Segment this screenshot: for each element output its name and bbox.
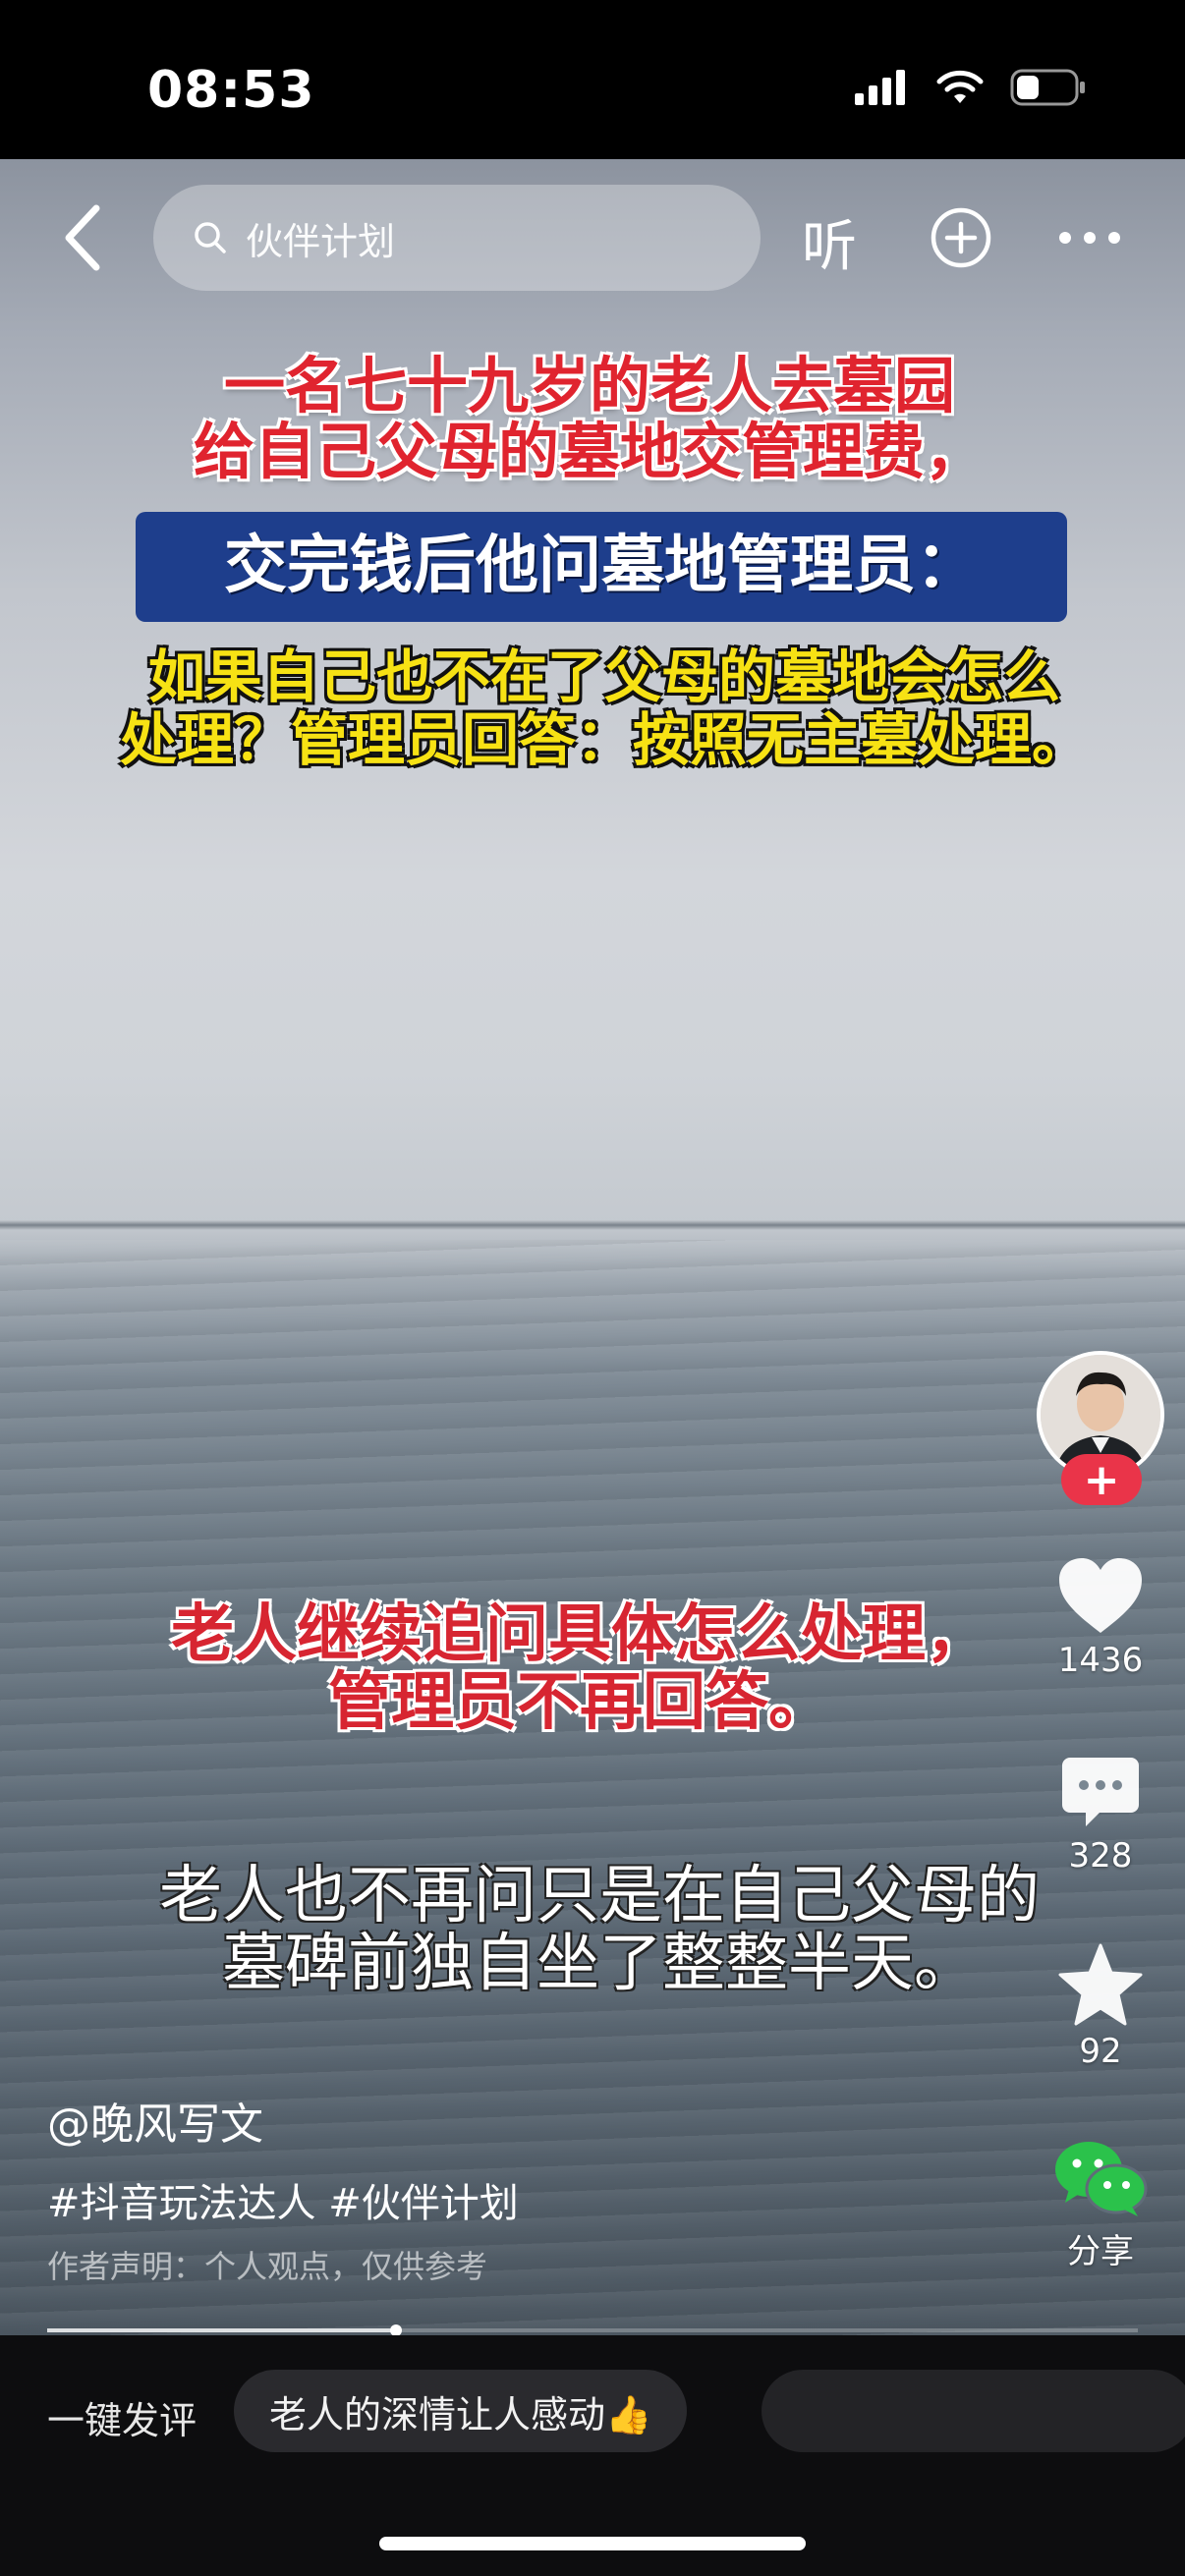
- author-name[interactable]: @晚风写文: [47, 2089, 263, 2152]
- signal-icon: [855, 70, 905, 105]
- comment-count: 328: [1068, 1836, 1133, 1876]
- quick-comment-chip[interactable]: 老人的深情让人感动👍: [234, 2370, 688, 2452]
- caption-followup-line1: 老人继续追问具体怎么处理，: [171, 1598, 988, 1671]
- battery-icon: [1010, 69, 1085, 106]
- caption-followup: 老人继续追问具体怎么处理， 管理员不再回答。: [88, 1598, 1071, 1740]
- search-input[interactable]: 伙伴计划: [153, 185, 761, 291]
- caption-followup-line2: 管理员不再回答。: [328, 1666, 831, 1740]
- horizon-line: [0, 1220, 1185, 1230]
- status-icons: [855, 69, 1087, 106]
- status-time: 08:53: [147, 61, 315, 120]
- share-label: 分享: [1067, 2232, 1134, 2271]
- caption-intro-line2: 给自己父母的墓地交管理费，: [193, 415, 986, 487]
- caption-question: 如果自己也不在了父母的墓地会怎么 处理？管理员回答：按照无主墓处理。: [59, 644, 1150, 773]
- share-action[interactable]: 分享: [1032, 2138, 1169, 2272]
- caption-banner: 交完钱后他问墓地管理员：: [136, 512, 1067, 622]
- quick-comment-chip[interactable]: [762, 2370, 1185, 2452]
- comment-icon: [1062, 1758, 1139, 1826]
- like-count: 1436: [1057, 1641, 1144, 1680]
- favorite-action[interactable]: 92: [1032, 1941, 1169, 2071]
- video-progress-fill: [47, 2328, 397, 2332]
- caption-question-line1: 如果自己也不在了父母的墓地会怎么: [147, 644, 1060, 710]
- caption-intro-line1: 一名七十九岁的老人去墓园: [223, 350, 955, 421]
- caption-intro: 一名七十九岁的老人去墓园 给自己父母的墓地交管理费，: [59, 350, 1120, 487]
- back-icon[interactable]: [57, 202, 112, 273]
- caption-subtitle-line1: 老人也不再问只是在自己父母的: [159, 1860, 1040, 1932]
- like-action[interactable]: 1436: [1032, 1554, 1169, 1680]
- heart-icon: [1059, 1558, 1142, 1633]
- search-placeholder: 伙伴计划: [246, 219, 396, 263]
- quick-comment-label: 一键发评: [47, 2399, 198, 2442]
- video-progress-bar[interactable]: [47, 2324, 1138, 2336]
- caption-subtitle-line2: 墓碑前独自坐了整整半天。: [222, 1928, 977, 2001]
- home-indicator: [379, 2537, 806, 2550]
- author-disclaimer: 作者声明：个人观点，仅供参考: [47, 2248, 488, 2285]
- caption-question-line2: 处理？管理员回答：按照无主墓处理。: [119, 705, 1089, 773]
- wifi-icon: [936, 70, 984, 103]
- caption-subtitle: 老人也不再问只是在自己父母的 墓碑前独自坐了整整半天。: [49, 1860, 1150, 2001]
- status-bar: 08:53: [0, 0, 1185, 159]
- comment-action[interactable]: 328: [1032, 1754, 1169, 1876]
- favorite-count: 92: [1079, 2032, 1122, 2071]
- listen-button[interactable]: 听: [802, 202, 857, 282]
- more-icon[interactable]: [1057, 218, 1122, 257]
- hashtags[interactable]: #抖音玩法达人 #伙伴计划: [47, 2171, 519, 2228]
- follow-button[interactable]: +: [1061, 1454, 1142, 1505]
- star-icon: [1058, 1943, 1143, 2026]
- wechat-icon: [1055, 2142, 1148, 2216]
- search-icon: [195, 222, 226, 253]
- add-icon[interactable]: [930, 206, 992, 269]
